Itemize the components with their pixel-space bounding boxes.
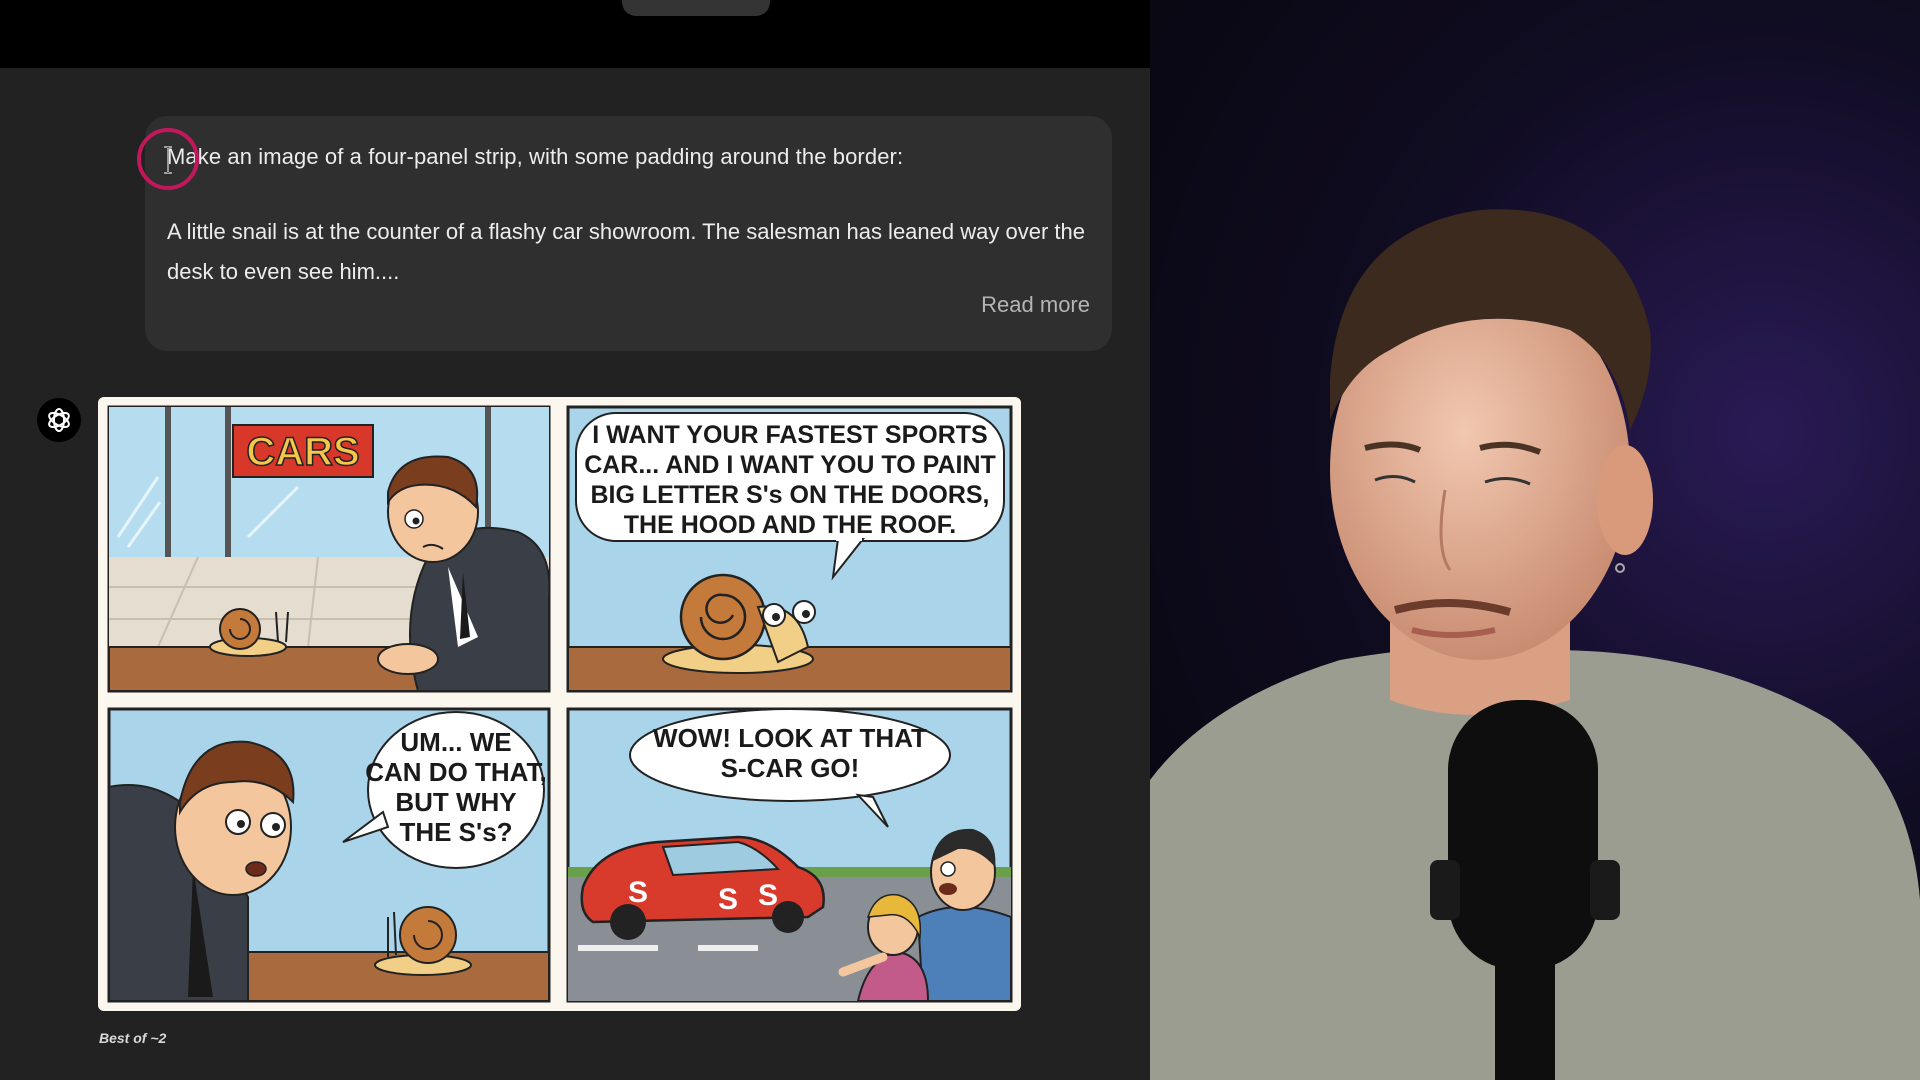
panel3-bubble-line3: BUT WHY xyxy=(395,787,516,817)
panel2-bubble-line4: THE HOOD AND THE ROOF. xyxy=(624,511,956,539)
panel3-bubble-line4: THE S's? xyxy=(399,817,512,847)
user-message-line1: Make an image of a four-panel strip, wit… xyxy=(167,144,904,169)
webcam-feed xyxy=(1150,0,1920,1080)
text-cursor-icon xyxy=(164,146,172,174)
window-handle[interactable] xyxy=(622,0,770,16)
user-message-body: A little snail is at the counter of a fl… xyxy=(167,219,1085,284)
car-letter-1: S xyxy=(628,876,648,909)
comic-panel-2: I WANT YOUR FASTEST SPORTS CAR... AND I … xyxy=(566,405,1013,693)
panel2-bubble-line3: BIG LETTER S's ON THE DOORS, xyxy=(590,481,989,509)
panel4-bubble-line1: WOW! LOOK AT THAT xyxy=(653,723,927,753)
comic-panel-1: CARS xyxy=(107,405,551,693)
assistant-avatar xyxy=(37,398,81,442)
car-letter-3: S xyxy=(758,879,778,912)
panel3-bubble-line2: CAN DO THAT, xyxy=(365,757,547,787)
comic-panel-4: WOW! LOOK AT THAT S-CAR GO! S S S xyxy=(566,707,1013,1003)
panel2-bubble-line2: CAR... AND I WANT YOU TO PAINT xyxy=(584,451,996,479)
cars-sign-text: CARS xyxy=(246,430,359,474)
user-message-bubble: Make an image of a four-panel strip, wit… xyxy=(145,116,1112,351)
panel3-bubble-line1: UM... WE xyxy=(400,727,511,757)
panel4-bubble-line2: S-CAR GO! xyxy=(721,753,860,783)
top-bar xyxy=(0,0,1150,68)
panel2-bubble-line1: I WANT YOUR FASTEST SPORTS xyxy=(592,421,987,449)
generated-comic-image[interactable]: CARS I WANT YOUR FASTEST SPORTS CAR... A… xyxy=(98,397,1021,1011)
read-more-link[interactable]: Read more xyxy=(981,292,1090,318)
openai-logo-icon xyxy=(48,408,70,432)
image-footer-label: Best of ~2 xyxy=(99,1030,167,1046)
comic-panel-3: UM... WE CAN DO THAT, BUT WHY THE S's? xyxy=(107,707,551,1003)
car-letter-2: S xyxy=(718,883,738,916)
chat-window: Make an image of a four-panel strip, wit… xyxy=(0,0,1150,1080)
